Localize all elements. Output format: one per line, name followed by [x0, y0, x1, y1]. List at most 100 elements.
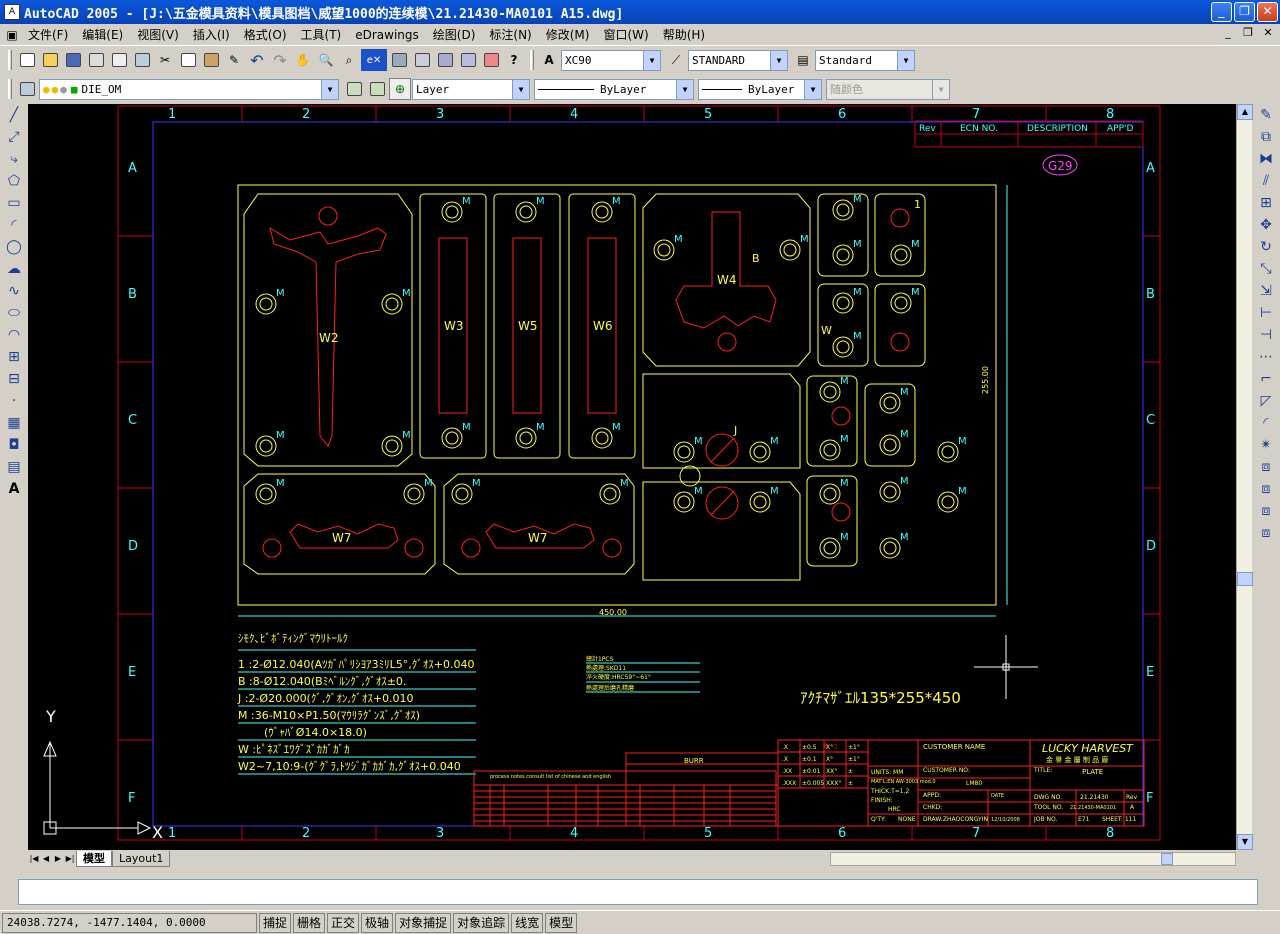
menu-edit[interactable]: 编辑(E)	[75, 25, 130, 45]
chevron-down-icon[interactable]: ▼	[643, 50, 660, 70]
tab-model[interactable]: 模型	[76, 851, 112, 867]
textstyle-icon[interactable]: A	[538, 49, 560, 71]
toolbar-grip[interactable]	[530, 50, 534, 70]
array-icon[interactable]: ⊞	[1255, 192, 1277, 214]
next-tab-icon[interactable]: ▶	[52, 852, 64, 866]
zoom-window-icon[interactable]: ⌕	[338, 49, 360, 71]
edrawings-icon[interactable]: e✕	[361, 49, 387, 71]
insert-tool-icon[interactable]: ⊕	[389, 78, 411, 100]
scroll-up-icon[interactable]: ▲	[1237, 104, 1253, 120]
prev-tab-icon[interactable]: ◀	[40, 852, 52, 866]
scroll-down-icon[interactable]: ▼	[1237, 834, 1253, 850]
cut-icon[interactable]: ✂	[154, 49, 176, 71]
osnap-button[interactable]: 对象捕捉	[395, 912, 452, 933]
restore-button[interactable]: ❐	[1234, 2, 1255, 22]
grid-button[interactable]: 栅格	[293, 912, 326, 933]
hscroll-thumb[interactable]	[1161, 853, 1173, 865]
draworder-icon[interactable]: ⧈	[1255, 456, 1277, 478]
toolbar-grip[interactable]	[8, 79, 12, 99]
ortho-button[interactable]: 正交	[327, 912, 360, 933]
make-block-icon[interactable]: ⊟	[3, 368, 25, 390]
offset-icon[interactable]: ⫽	[1255, 170, 1277, 192]
menu-insert[interactable]: 插入(I)	[186, 25, 237, 45]
circle-icon[interactable]: ◯	[3, 236, 25, 258]
textstyle-combo[interactable]: XC90 ▼	[561, 49, 661, 71]
rectangle-icon[interactable]: ▭	[3, 192, 25, 214]
chevron-down-icon[interactable]: ▼	[676, 79, 693, 99]
menu-file[interactable]: 文件(F)	[21, 25, 75, 45]
draworder4-icon[interactable]: ⧈	[1255, 522, 1277, 544]
markup-icon[interactable]	[480, 49, 502, 71]
extend-icon[interactable]: ⊣	[1255, 324, 1277, 346]
dimstyle-combo[interactable]: STANDARD ▼	[688, 49, 788, 71]
autocad-app-icon[interactable]: A	[4, 4, 20, 20]
open-icon[interactable]	[39, 49, 61, 71]
first-tab-icon[interactable]: |◀	[28, 852, 40, 866]
sheetset-icon[interactable]	[457, 49, 479, 71]
menu-window[interactable]: 窗口(W)	[596, 25, 655, 45]
polygon-icon[interactable]: ⬠	[3, 170, 25, 192]
publish-icon[interactable]	[131, 49, 153, 71]
menu-modify[interactable]: 修改(M)	[539, 25, 597, 45]
pan-icon[interactable]: ✋	[292, 49, 314, 71]
hatch-icon[interactable]: ▦	[3, 412, 25, 434]
ellipse-icon[interactable]: ⬭	[3, 302, 25, 324]
horizontal-scrollbar[interactable]	[830, 852, 1236, 866]
menu-view[interactable]: 视图(V)	[130, 25, 186, 45]
paste-icon[interactable]	[200, 49, 222, 71]
redo-icon[interactable]: ↷	[269, 49, 291, 71]
line-icon[interactable]: ╱	[3, 104, 25, 126]
point-icon[interactable]: ·	[3, 390, 25, 412]
menu-edrawings[interactable]: eDrawings	[348, 25, 426, 45]
zoom-realtime-icon[interactable]: 🔍	[315, 49, 337, 71]
chamfer-icon[interactable]: ◸	[1255, 390, 1277, 412]
chevron-down-icon[interactable]: ▼	[512, 79, 529, 99]
revcloud-icon[interactable]: ☁	[3, 258, 25, 280]
otrack-button[interactable]: 对象追踪	[453, 912, 510, 933]
layer-combo[interactable]: ● ● ● ■ DIE_OM ▼	[39, 78, 339, 100]
toolpalette-icon[interactable]	[434, 49, 456, 71]
designcenter-icon[interactable]	[411, 49, 433, 71]
save-icon[interactable]	[62, 49, 84, 71]
copy-icon[interactable]	[177, 49, 199, 71]
help-icon[interactable]: ?	[503, 49, 525, 71]
menu-tools[interactable]: 工具(T)	[294, 25, 349, 45]
stretch-icon[interactable]: ⇲	[1255, 280, 1277, 302]
minimize-button[interactable]: _	[1211, 2, 1232, 22]
snap-button[interactable]: 捕捉	[259, 912, 292, 933]
chevron-down-icon[interactable]: ▼	[804, 79, 821, 99]
vertical-scrollbar[interactable]: ▲ ▼	[1236, 104, 1253, 850]
menu-help[interactable]: 帮助(H)	[656, 25, 712, 45]
menu-format[interactable]: 格式(O)	[237, 25, 294, 45]
toolbar-grip[interactable]	[8, 50, 12, 70]
command-input[interactable]	[18, 879, 1258, 905]
rotate-icon[interactable]: ↻	[1255, 236, 1277, 258]
doc-restore-button[interactable]: ❐	[1240, 26, 1256, 42]
layer-manager-icon[interactable]	[16, 78, 38, 100]
close-button[interactable]: ✕	[1257, 2, 1278, 22]
doc-close-button[interactable]: ✕	[1260, 26, 1276, 42]
chevron-down-icon[interactable]: ▼	[897, 50, 914, 70]
insert-block-icon[interactable]: ⊞	[3, 346, 25, 368]
last-tab-icon[interactable]: ▶|	[64, 852, 76, 866]
drawing-canvas[interactable]: 1 1 2 2 3 3 4 4 5 5 6 6 7 7 8 8 A A B B C C D D E E F F Rev ECN NO…	[28, 104, 1236, 850]
tab-layout1[interactable]: Layout1	[112, 851, 171, 867]
menu-draw[interactable]: 绘图(D)	[426, 25, 483, 45]
draworder2-icon[interactable]: ⧈	[1255, 478, 1277, 500]
undo-icon[interactable]: ↶	[246, 49, 268, 71]
explode-icon[interactable]: ✴	[1255, 434, 1277, 456]
linetype-combo[interactable]: ByLayer ▼	[534, 78, 694, 100]
erase-icon[interactable]: ✎	[1255, 104, 1277, 126]
trim-icon[interactable]: ⊢	[1255, 302, 1277, 324]
table-icon[interactable]: ▤	[3, 456, 25, 478]
break-point-icon[interactable]: ⋯	[1255, 346, 1277, 368]
polar-button[interactable]: 极轴	[361, 912, 394, 933]
break-icon[interactable]: ⌐	[1255, 368, 1277, 390]
doc-minimize-button[interactable]: _	[1220, 26, 1236, 42]
draworder3-icon[interactable]: ⧈	[1255, 500, 1277, 522]
mirror-icon[interactable]: ⧓	[1255, 148, 1277, 170]
matchprop-icon[interactable]: ✎	[223, 49, 245, 71]
lineweight-combo[interactable]: ByLayer ▼	[698, 78, 822, 100]
dimstyle-icon[interactable]: ⟋	[665, 49, 687, 71]
chevron-down-icon[interactable]: ▼	[770, 50, 787, 70]
